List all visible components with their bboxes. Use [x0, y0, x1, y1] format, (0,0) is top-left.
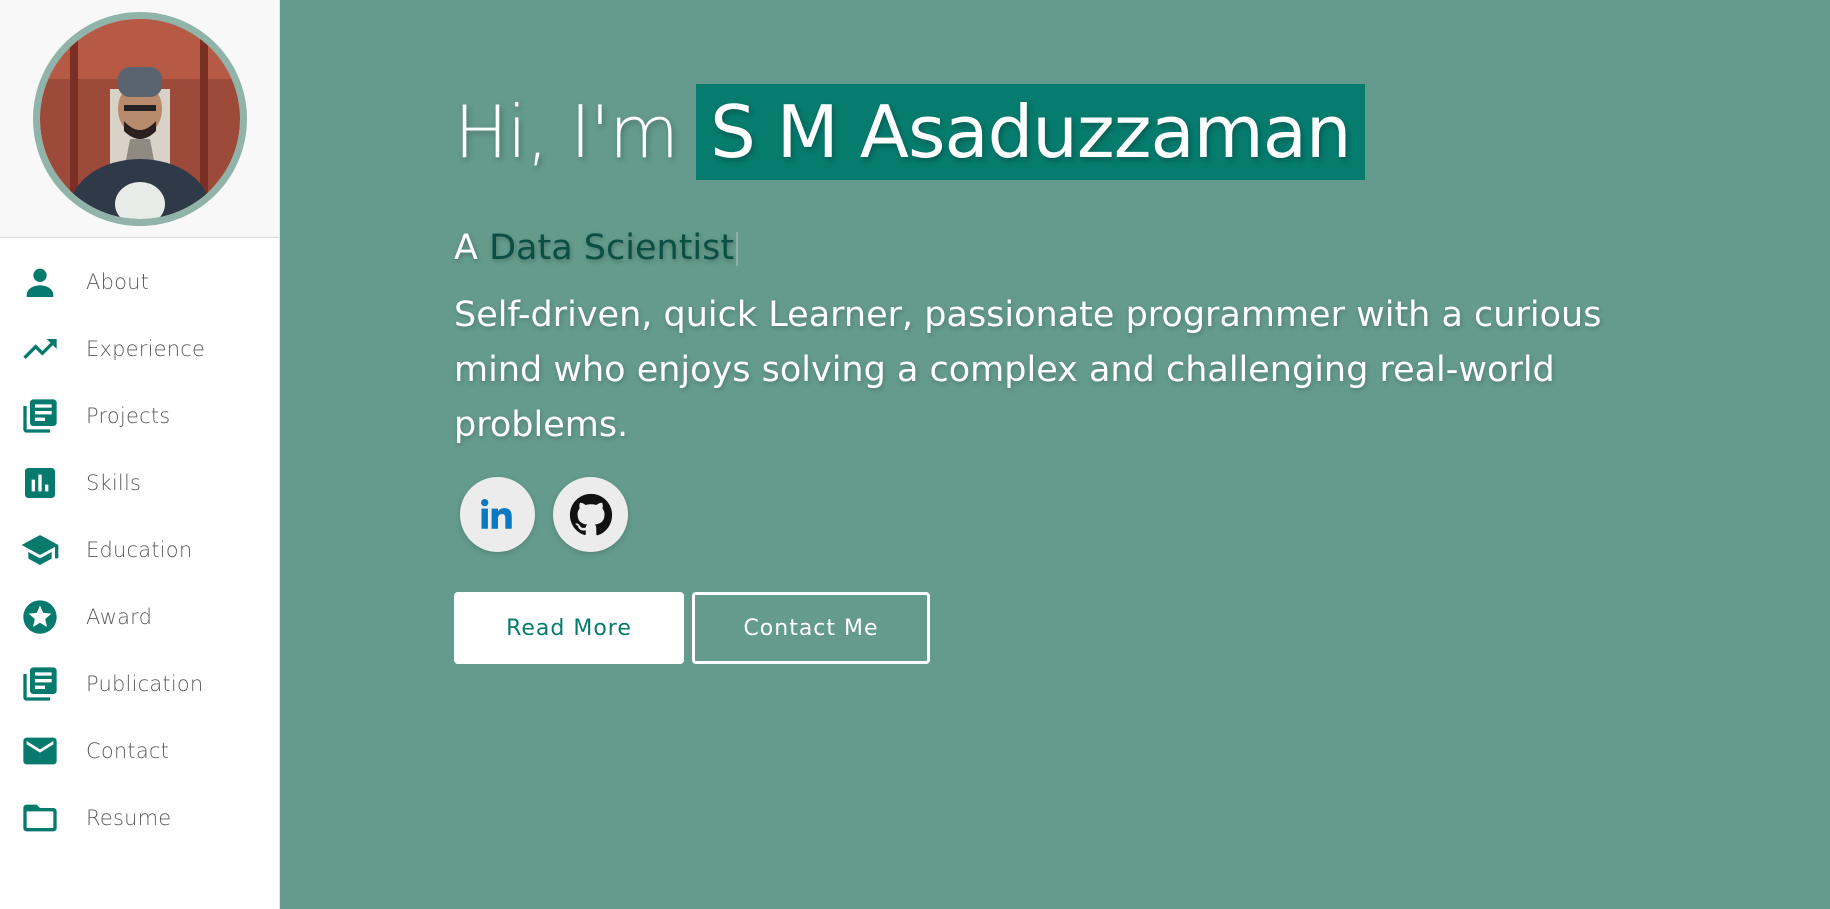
graduation-cap-icon	[20, 530, 60, 570]
linkedin-button[interactable]	[460, 477, 535, 552]
typing-cursor	[736, 232, 739, 266]
avatar-container	[0, 0, 279, 238]
sidebar-item-about[interactable]: About	[0, 248, 279, 315]
trending-up-icon	[20, 329, 60, 369]
github-icon	[569, 493, 612, 535]
avatar	[32, 11, 247, 226]
sidebar-item-resume[interactable]: Resume	[0, 784, 279, 851]
sidebar-item-label: Skills	[86, 470, 142, 495]
avatar-image	[39, 18, 240, 219]
role-prefix: A	[454, 228, 478, 268]
headline: Hi, I'm S M Asaduzzaman	[454, 84, 1754, 180]
social-links	[460, 477, 1754, 552]
library-books-icon	[20, 664, 60, 704]
hero-section: Hi, I'm S M Asaduzzaman A Data Scientist…	[281, 0, 1830, 909]
linkedin-icon	[480, 498, 512, 529]
bio-text: Self-driven, quick Learner, passionate p…	[454, 295, 1602, 445]
library-books-icon	[20, 396, 60, 436]
sidebar-item-experience[interactable]: Experience	[0, 315, 279, 382]
sidebar-item-label: Publication	[86, 671, 204, 696]
read-more-button[interactable]: Read More	[454, 592, 684, 664]
sidebar-item-publication[interactable]: Publication	[0, 650, 279, 717]
cta-buttons: Read More Contact Me	[454, 592, 1754, 664]
github-button[interactable]	[553, 477, 628, 552]
folder-icon	[20, 798, 60, 838]
sidebar-item-label: Award	[86, 604, 153, 629]
sidebar-item-award[interactable]: Award	[0, 583, 279, 650]
star-icon	[20, 597, 60, 637]
sidebar-item-label: About	[86, 269, 150, 294]
sidebar-item-projects[interactable]: Projects	[0, 382, 279, 449]
contact-me-button[interactable]: Contact Me	[692, 592, 930, 664]
sidebar-item-education[interactable]: Education	[0, 516, 279, 583]
person-icon	[20, 262, 60, 302]
email-icon	[20, 731, 60, 771]
sidebar-item-label: Experience	[86, 336, 206, 361]
role-typed-text: Data Scientist	[489, 228, 735, 268]
sidebar-item-label: Education	[86, 537, 193, 562]
sidebar-item-label: Projects	[86, 403, 171, 428]
sidebar-item-label: Contact	[86, 738, 170, 763]
bar-chart-icon	[20, 463, 60, 503]
sidebar-item-contact[interactable]: Contact	[0, 717, 279, 784]
sidebar-item-skills[interactable]: Skills	[0, 449, 279, 516]
hero-content: Hi, I'm S M Asaduzzaman A Data Scientist…	[454, 84, 1754, 664]
sidebar: About Experience Projects Skills Educati…	[0, 0, 280, 909]
name-highlight: S M Asaduzzaman	[696, 84, 1365, 180]
greeting-text: Hi, I'm	[454, 90, 679, 174]
role-line: A Data Scientist	[454, 228, 1754, 268]
sidebar-item-label: Resume	[86, 805, 172, 830]
sidebar-nav: About Experience Projects Skills Educati…	[0, 238, 279, 851]
